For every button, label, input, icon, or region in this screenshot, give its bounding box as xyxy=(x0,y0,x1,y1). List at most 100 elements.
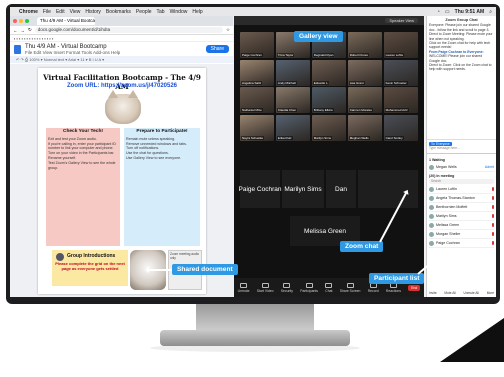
video-tile[interactable]: Carol Smiley xyxy=(383,114,418,141)
participant-search-input[interactable]: Search xyxy=(429,179,494,184)
video-tile[interactable]: Brittany Elkins xyxy=(311,87,347,113)
reload-icon[interactable]: ↻ xyxy=(28,27,32,33)
spotlight-search-icon[interactable]: ⌕ xyxy=(489,9,492,15)
participant-row[interactable]: Angela Thomas-Stanton xyxy=(429,194,494,203)
muted-mic-icon[interactable] xyxy=(492,241,494,245)
chat-input[interactable]: To: Everyone Type message here... xyxy=(427,140,496,154)
tile-name: Erika Ruiz xyxy=(276,135,293,140)
muted-mic-icon[interactable] xyxy=(492,196,494,200)
video-tile[interactable]: Lauren Loftis xyxy=(383,32,418,58)
menubar-window[interactable]: Window xyxy=(170,9,188,15)
mute-all-button[interactable]: Mute All xyxy=(444,291,455,295)
browser-tab[interactable]: Thu 4/9 AM - Virtual Bootcamp xyxy=(37,17,95,25)
menubar-help[interactable]: Help xyxy=(192,9,202,15)
video-tile[interactable]: Kevin Schneiter xyxy=(383,59,418,86)
video-tile[interactable]: Mohammed Aziz xyxy=(383,87,418,113)
record-button[interactable]: Record xyxy=(368,282,379,293)
video-tile[interactable]: Nathaniel Mize xyxy=(240,87,275,113)
video-tile[interactable]: Claudia Chen xyxy=(275,87,311,113)
unmute-all-button[interactable]: Unmute All xyxy=(464,291,479,295)
share-screen-button[interactable]: Share Screen xyxy=(340,282,360,293)
window-minimize-icon[interactable] xyxy=(19,19,23,23)
end-meeting-button[interactable]: End xyxy=(408,284,421,291)
participant-row[interactable]: Benthornien Moffett xyxy=(429,203,494,212)
participant-row[interactable]: Melissa Green xyxy=(429,221,494,230)
muted-mic-icon[interactable] xyxy=(492,232,494,236)
start-video-button[interactable]: Start Video xyxy=(257,282,273,293)
video-tile[interactable]: Paige Cochran xyxy=(240,32,275,58)
docs-menu-insert[interactable]: Insert xyxy=(54,50,65,55)
video-tile[interactable]: Marilyn Sims xyxy=(311,114,347,141)
google-docs-icon[interactable] xyxy=(14,44,21,54)
wifi-icon[interactable]: ◔ xyxy=(437,9,440,15)
video-tile[interactable]: Angelina Saltz xyxy=(240,59,275,86)
monitor-screen: Chrome File Edit View History Bookmarks … xyxy=(10,7,496,297)
window-close-icon[interactable] xyxy=(13,19,17,23)
muted-mic-icon[interactable] xyxy=(492,187,494,191)
control-label: Participants xyxy=(300,288,318,293)
docs-menu-view[interactable]: View xyxy=(43,50,53,55)
video-tile[interactable]: Eduardo L. xyxy=(311,59,347,86)
in-meeting-label: (20) In meeting xyxy=(429,174,455,178)
share-screen-icon xyxy=(346,282,354,288)
video-tile[interactable]: Carmen Morales xyxy=(347,87,383,113)
docs-menu-tools[interactable]: Tools xyxy=(81,50,92,55)
waiting-row[interactable]: Megan Wells Admit xyxy=(429,163,494,172)
participants-button[interactable]: Participants xyxy=(300,282,318,293)
menubar-edit[interactable]: Edit xyxy=(56,9,65,15)
window-zoom-icon[interactable] xyxy=(25,19,29,23)
docs-menu-file[interactable]: File xyxy=(25,50,32,55)
menubar-clock[interactable]: Thu 9:51 AM xyxy=(455,9,485,15)
video-tile[interactable]: Robert Flores xyxy=(347,32,383,58)
chat-button[interactable]: Chat xyxy=(325,282,332,293)
reactions-button[interactable]: Reactions xyxy=(386,282,401,293)
muted-mic-icon[interactable] xyxy=(492,205,494,209)
menubar-app[interactable]: Chrome xyxy=(19,9,38,15)
avatar xyxy=(429,222,434,228)
share-button[interactable]: Share xyxy=(205,45,229,53)
video-tile[interactable]: Andy Mitchell xyxy=(275,59,311,86)
menubar-tab[interactable]: Tab xyxy=(157,9,165,15)
document-canvas[interactable]: Virtual Facilitation Bootcamp - The 4/9 … xyxy=(10,64,233,297)
video-tile[interactable]: Lisa Grant xyxy=(347,59,383,86)
menubar-history[interactable]: History xyxy=(85,9,101,15)
security-button[interactable]: Security xyxy=(281,282,293,293)
docs-menu-edit[interactable]: Edit xyxy=(34,50,42,55)
back-icon[interactable]: ← xyxy=(13,28,18,33)
forward-icon[interactable]: → xyxy=(21,28,26,33)
zoom-url-link[interactable]: Zoom URL: https://zoom.us/j/47020526 xyxy=(38,83,206,89)
url-field[interactable]: docs.google.com/document/d/1ihdIa xyxy=(34,27,223,33)
video-tile[interactable]: Marilyn Sims xyxy=(282,170,324,208)
participant-name: Melissa Green xyxy=(436,223,460,227)
video-tile[interactable]: Erika Ruiz xyxy=(275,114,311,141)
docs-menu-addons[interactable]: Add-ons xyxy=(93,50,110,55)
video-tile[interactable]: Nayra Schuelke xyxy=(240,114,275,141)
docs-menu-help[interactable]: Help xyxy=(111,50,120,55)
menubar-view[interactable]: View xyxy=(70,9,81,15)
more-button[interactable]: More xyxy=(487,291,494,295)
star-icon[interactable]: ☆ xyxy=(226,27,230,33)
participant-row[interactable]: Paige Cochran xyxy=(429,239,494,248)
docs-toolbar[interactable]: ↶ ↷ ⎙ 100% ▾ Normal text ▾ Arial ▾ 11 ▾ … xyxy=(10,56,233,63)
menubar-file[interactable]: File xyxy=(43,9,51,15)
menubar-people[interactable]: People xyxy=(136,9,152,15)
participant-row[interactable]: Morgan Sheller xyxy=(429,230,494,239)
menubar-bookmarks[interactable]: Bookmarks xyxy=(106,9,131,15)
muted-mic-icon[interactable] xyxy=(492,214,494,218)
participant-row[interactable]: Marilyn Sims xyxy=(429,212,494,221)
tile-name: Dan xyxy=(335,185,347,193)
muted-mic-icon[interactable] xyxy=(492,223,494,227)
video-tile[interactable] xyxy=(358,170,418,208)
battery-icon[interactable]: ▭ xyxy=(445,9,450,15)
video-tile[interactable]: Meghan Wells xyxy=(347,114,383,141)
photo-scene: { "menubar": { "app": "Chrome", "items":… xyxy=(0,0,504,377)
invite-button[interactable]: Invite xyxy=(429,291,437,295)
speaker-view-toggle[interactable]: Speaker View xyxy=(385,18,418,23)
video-tile[interactable]: Paige Cochran xyxy=(239,170,282,208)
participant-row[interactable]: Lauren Loftin xyxy=(429,185,494,194)
document-page[interactable]: Virtual Facilitation Bootcamp - The 4/9 … xyxy=(38,68,206,294)
video-tile[interactable]: Dan xyxy=(326,170,356,208)
admit-button[interactable]: Admit xyxy=(485,165,494,169)
docs-menu-format[interactable]: Format xyxy=(66,50,80,55)
unmute-button[interactable]: Unmute xyxy=(238,282,250,293)
